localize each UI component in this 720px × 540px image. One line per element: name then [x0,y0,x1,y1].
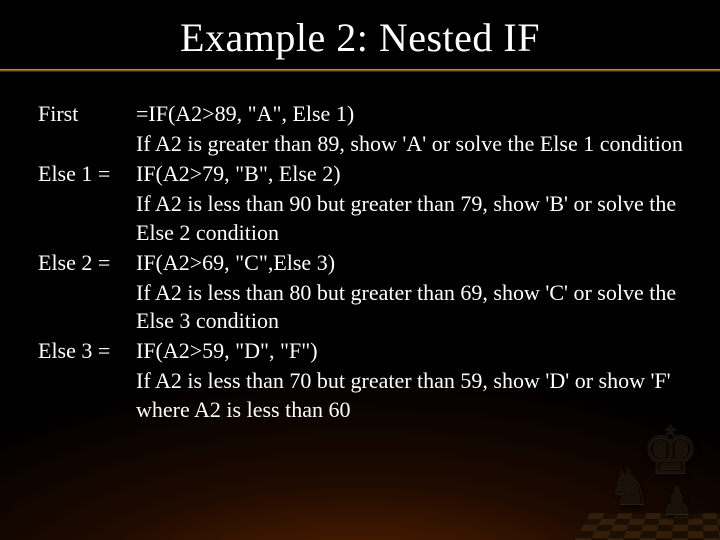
slide: Example 2: Nested IF First =IF(A2>89, "A… [0,0,720,540]
table-row: If A2 is less than 90 but greater than 7… [38,189,690,247]
row-label [38,129,136,159]
row-label: First [38,99,136,129]
slide-body: First =IF(A2>89, "A", Else 1) If A2 is g… [0,81,720,425]
row-text: If A2 is less than 80 but greater than 6… [136,278,690,336]
title-band: Example 2: Nested IF [0,0,720,81]
row-text: =IF(A2>89, "A", Else 1) [136,99,690,129]
table-row: Else 3 = IF(A2>59, "D", "F") [38,336,690,366]
row-text: IF(A2>59, "D", "F") [136,336,690,366]
table-row: If A2 is less than 70 but greater than 5… [38,366,690,424]
chessboard-icon [568,513,720,540]
row-text: If A2 is less than 90 but greater than 7… [136,189,690,247]
slide-title: Example 2: Nested IF [0,14,720,61]
row-label [38,366,136,424]
row-label: Else 3 = [38,336,136,366]
row-text: IF(A2>79, "B", Else 2) [136,159,690,189]
title-underline [0,69,720,71]
row-text: If A2 is less than 70 but greater than 5… [136,366,690,424]
row-label: Else 1 = [38,159,136,189]
chess-knight-icon: ♞ [607,458,652,516]
table-row: If A2 is greater than 89, show 'A' or so… [38,129,690,159]
row-label [38,189,136,247]
table-row: If A2 is less than 80 but greater than 6… [38,278,690,336]
row-text: If A2 is greater than 89, show 'A' or so… [136,129,690,159]
row-text: IF(A2>69, "C",Else 3) [136,248,690,278]
row-label [38,278,136,336]
row-label: Else 2 = [38,248,136,278]
table-row: Else 1 = IF(A2>79, "B", Else 2) [38,159,690,189]
chess-decoration: ♚ ♞ ♟ [604,414,714,534]
table-row: First =IF(A2>89, "A", Else 1) [38,99,690,129]
table-row: Else 2 = IF(A2>69, "C",Else 3) [38,248,690,278]
chess-pawn-icon: ♟ [660,479,694,524]
content-table: First =IF(A2>89, "A", Else 1) If A2 is g… [38,99,690,425]
